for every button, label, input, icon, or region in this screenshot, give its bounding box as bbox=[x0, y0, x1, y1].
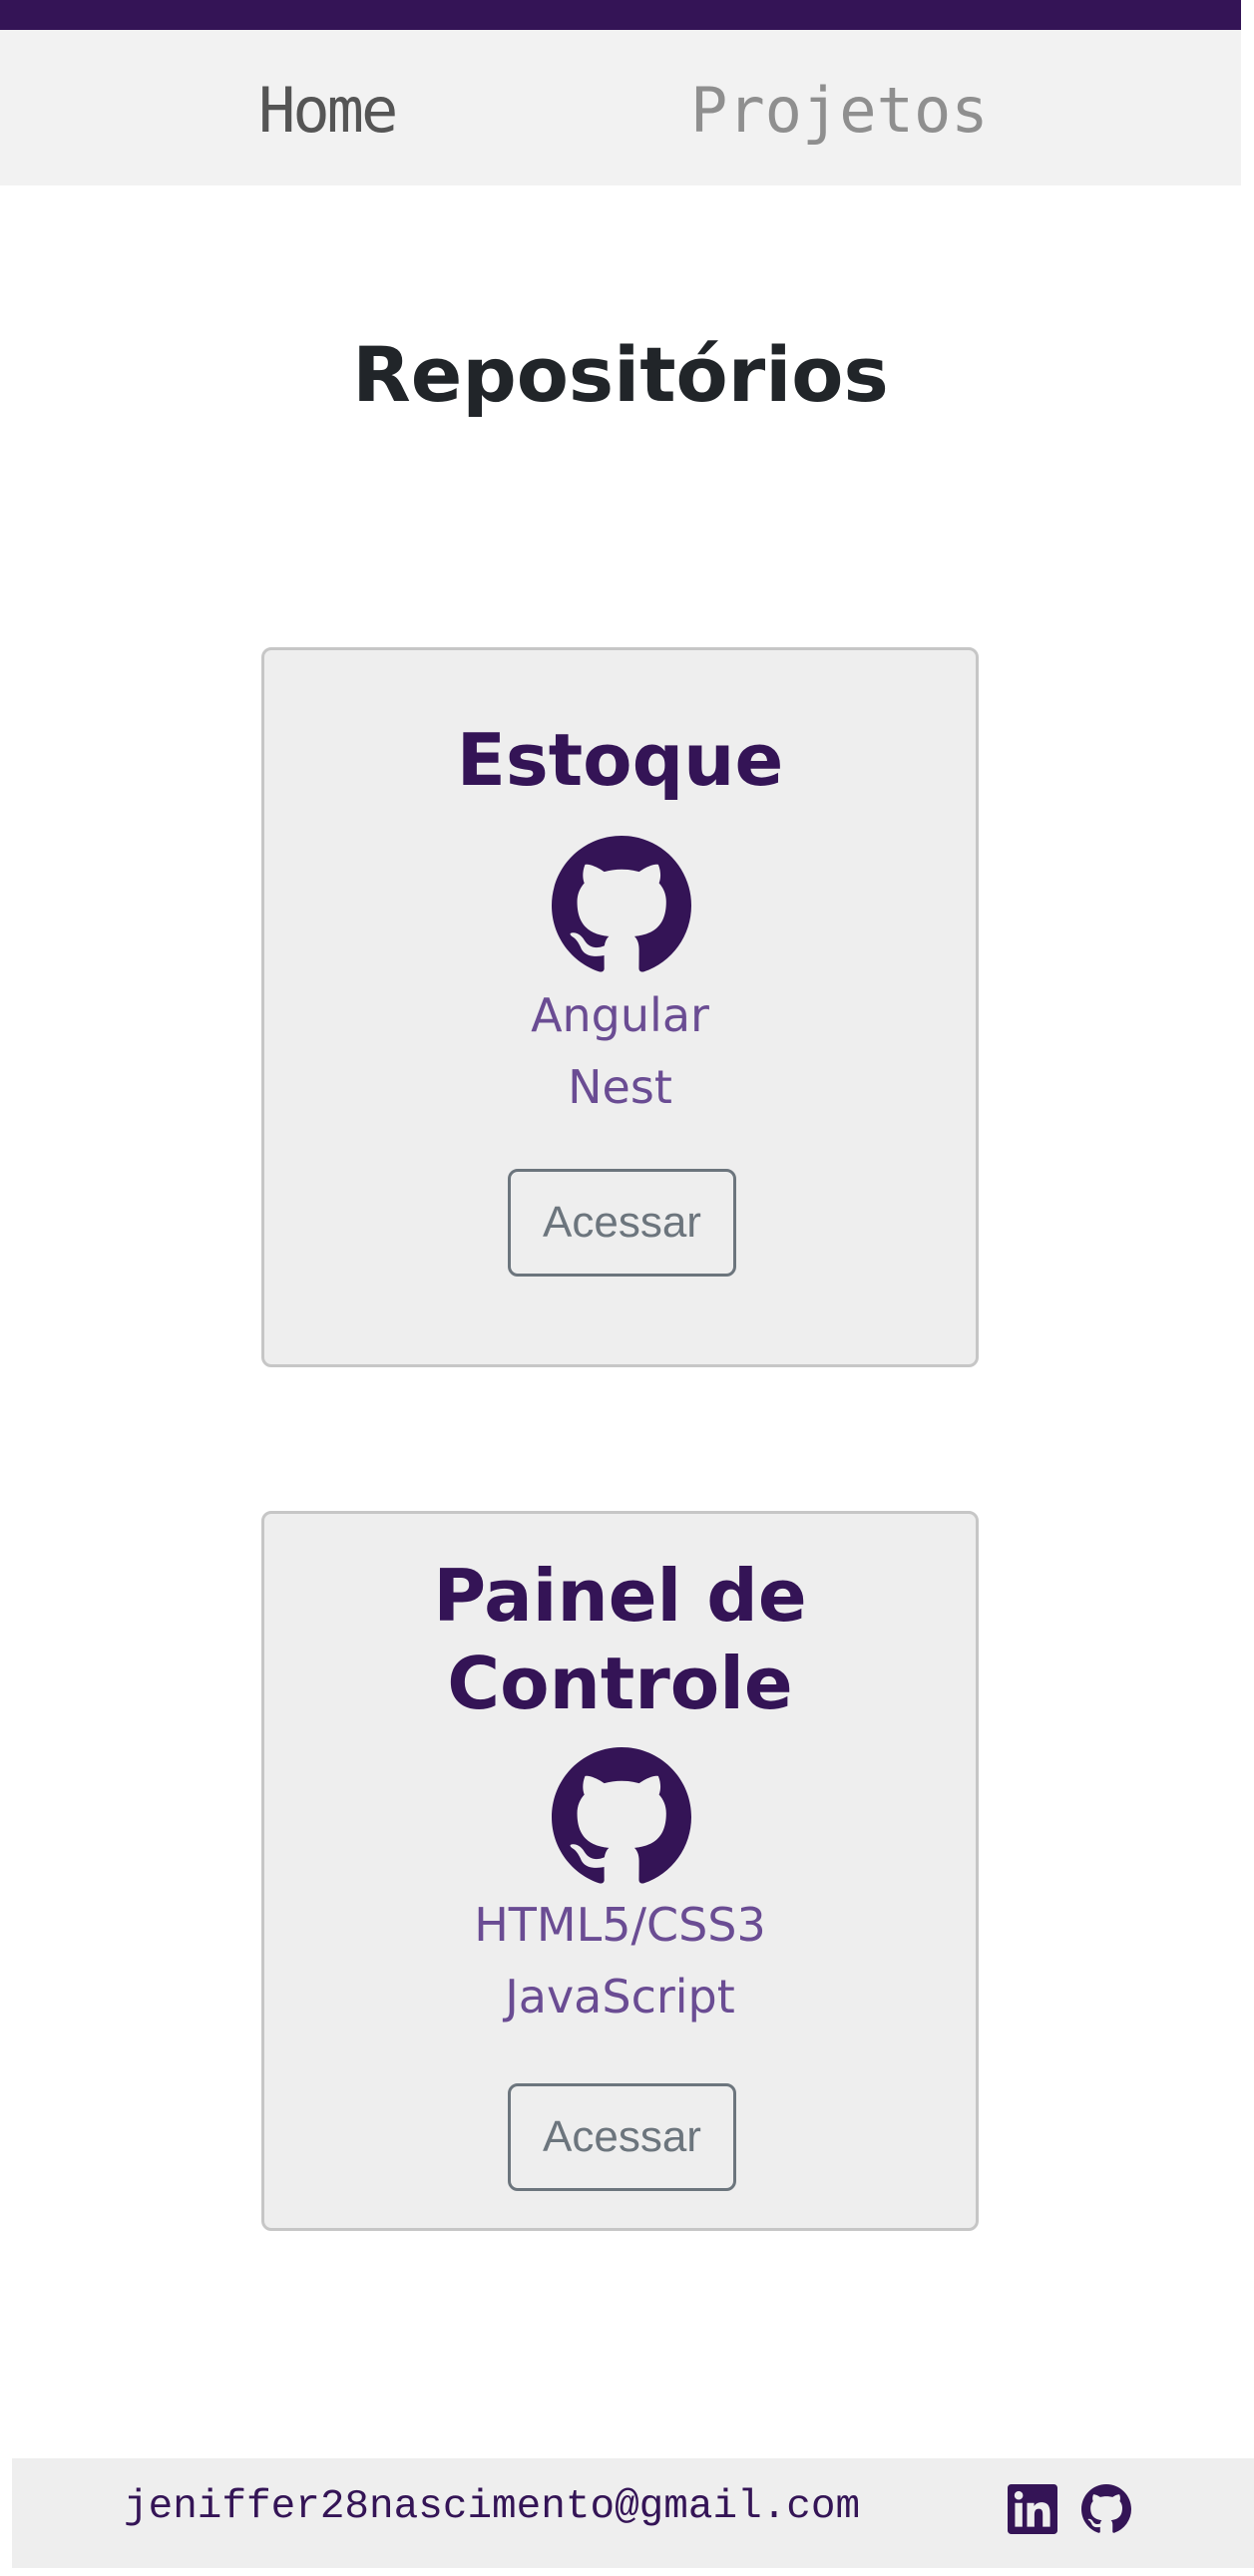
github-icon[interactable] bbox=[552, 1747, 691, 1887]
footer-email[interactable]: jeniffer28nascimento@gmail.com bbox=[124, 2482, 860, 2532]
nav-link-home[interactable]: Home bbox=[258, 74, 398, 148]
repository-title: Painel de Controle bbox=[264, 1552, 976, 1727]
repository-card: Painel de Controle HTML5/CSS3 JavaScript … bbox=[261, 1511, 979, 2231]
repository-title: Estoque bbox=[456, 718, 784, 802]
github-icon bbox=[1081, 2484, 1131, 2533]
access-button[interactable]: Acessar bbox=[508, 2083, 736, 2191]
top-accent-bar bbox=[0, 0, 1241, 30]
github-link[interactable] bbox=[1081, 2484, 1131, 2534]
page-title: Repositórios bbox=[352, 330, 889, 419]
access-button[interactable]: Acessar bbox=[508, 1169, 736, 1277]
repository-title-line-1: Painel de bbox=[433, 1554, 807, 1638]
technology-label: Nest bbox=[568, 1060, 672, 1114]
technology-label: Angular bbox=[531, 988, 709, 1042]
repository-card: Estoque Angular Nest Acessar bbox=[261, 647, 979, 1367]
linkedin-link[interactable] bbox=[1008, 2484, 1057, 2534]
technology-label: JavaScript bbox=[505, 1970, 735, 2024]
github-icon[interactable] bbox=[552, 836, 691, 975]
repository-title-line-2: Controle bbox=[447, 1642, 793, 1725]
technology-label: HTML5/CSS3 bbox=[474, 1898, 766, 1952]
top-navigation: Home Projetos bbox=[0, 30, 1241, 185]
footer: jeniffer28nascimento@gmail.com bbox=[12, 2458, 1254, 2568]
linkedin-icon bbox=[1008, 2484, 1057, 2534]
nav-link-projetos[interactable]: Projetos bbox=[690, 74, 989, 148]
